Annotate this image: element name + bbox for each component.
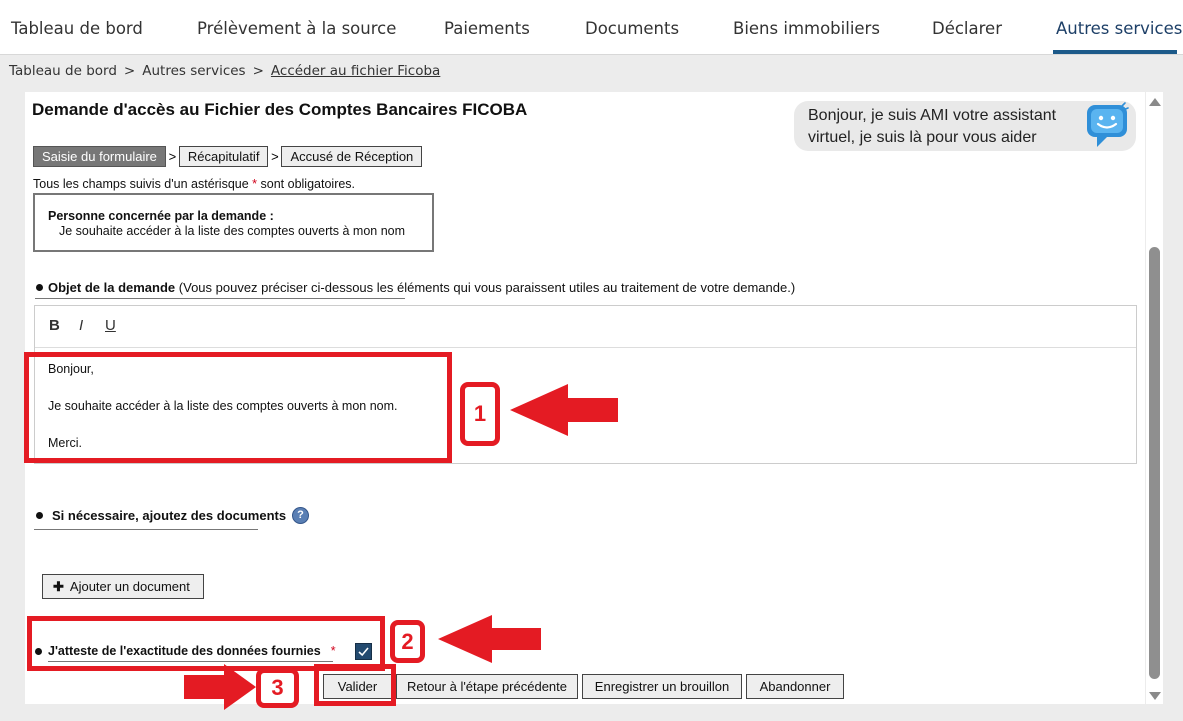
objet-label-title: Objet de la demande xyxy=(48,280,176,295)
form-steps: Saisie du formulaire > Récapitulatif > Accus… xyxy=(33,146,423,167)
breadcrumb-item-autres-services[interactable]: Autres services xyxy=(142,63,245,79)
page-title: Demande d'accès au Fichier des Comptes B… xyxy=(32,100,528,119)
chat-assistant-icon[interactable] xyxy=(1083,101,1131,149)
bullet-icon xyxy=(36,284,43,291)
previous-step-button[interactable]: Retour à l'étape précédente xyxy=(396,674,578,699)
step-accuse-de-reception: Accusé de Réception xyxy=(281,146,423,167)
help-icon[interactable]: ? xyxy=(292,507,309,524)
annotation-box-3 xyxy=(314,664,396,706)
assistant-message: Bonjour, je suis AMI votre assistant vir… xyxy=(808,107,1057,146)
assistant-chat-bubble[interactable]: Bonjour, je suis AMI votre assistant vir… xyxy=(794,101,1136,151)
top-navigation: Tableau de bord Prélèvement à la source … xyxy=(0,0,1183,55)
annotation-label-2: 2 xyxy=(390,620,425,663)
plus-icon: ✚ xyxy=(53,579,64,594)
required-fields-note: Tous les champs suivis d'un astérisque *… xyxy=(33,177,355,191)
objet-label: Objet de la demande (Vous pouvez précise… xyxy=(48,280,795,295)
active-tab-indicator xyxy=(1053,50,1177,54)
tab-tableau-de-bord[interactable]: Tableau de bord xyxy=(11,0,143,55)
scroll-down-arrow-icon[interactable] xyxy=(1149,692,1161,700)
bullet-icon xyxy=(36,512,43,519)
annotation-box-1 xyxy=(24,352,452,463)
add-document-button[interactable]: ✚ Ajouter un document xyxy=(42,574,204,599)
annotation-arrow-icon xyxy=(438,615,541,663)
documents-label: Si nécessaire, ajoutez des documents xyxy=(52,508,287,523)
breadcrumb-separator: > xyxy=(252,63,264,79)
person-concerned-value: Je souhaite accéder à la liste des compt… xyxy=(59,224,406,238)
save-draft-button[interactable]: Enregistrer un brouillon xyxy=(582,674,742,699)
tab-paiements[interactable]: Paiements xyxy=(444,0,530,55)
underline-button[interactable]: U xyxy=(105,317,116,334)
tab-declarer[interactable]: Déclarer xyxy=(932,0,1002,55)
annotation-box-2 xyxy=(27,616,385,671)
add-document-label: Ajouter un document xyxy=(69,579,190,594)
breadcrumb-separator: > xyxy=(123,63,136,79)
annotation-arrow-icon xyxy=(184,664,256,710)
person-concerned-box: Personne concernée par la demande : Je s… xyxy=(33,193,434,252)
annotation-label-1: 1 xyxy=(460,382,500,446)
required-note-prefix: Tous les champs suivis d'un astérisque xyxy=(33,177,249,191)
tab-documents[interactable]: Documents xyxy=(585,0,679,55)
step-separator: > xyxy=(271,149,279,164)
documents-underline xyxy=(34,529,258,530)
required-note-suffix: sont obligatoires. xyxy=(260,177,356,191)
scrollbar-thumb[interactable] xyxy=(1149,247,1160,679)
breadcrumb-item-tableau-de-bord[interactable]: Tableau de bord xyxy=(9,63,117,79)
breadcrumb-current[interactable]: Accéder au fichier Ficoba xyxy=(271,63,440,79)
annotation-arrow-icon xyxy=(510,384,618,436)
annotation-label-3: 3 xyxy=(256,668,299,708)
objet-label-hint: (Vous pouvez préciser ci-dessous les élé… xyxy=(178,280,796,295)
breadcrumb: Tableau de bord > Autres services > Accéder … xyxy=(9,63,440,79)
scroll-up-arrow-icon[interactable] xyxy=(1149,98,1161,106)
tab-autres-services[interactable]: Autres services xyxy=(1056,0,1182,55)
step-separator: > xyxy=(168,149,177,164)
required-star: * xyxy=(252,177,258,191)
vertical-scrollbar[interactable] xyxy=(1146,92,1163,704)
bold-button[interactable]: B xyxy=(49,317,60,334)
editor-toolbar: B I U xyxy=(35,306,1136,348)
italic-button[interactable]: I xyxy=(79,317,83,334)
step-saisie-du-formulaire: Saisie du formulaire xyxy=(33,146,166,167)
tab-biens-immobiliers[interactable]: Biens immobiliers xyxy=(733,0,880,55)
person-concerned-label: Personne concernée par la demande : xyxy=(48,209,274,223)
objet-underline xyxy=(35,298,405,299)
abandon-button[interactable]: Abandonner xyxy=(746,674,844,699)
step-recapitulatif: Récapitulatif xyxy=(178,146,269,167)
tab-prelevement-a-la-source[interactable]: Prélèvement à la source xyxy=(197,0,396,55)
